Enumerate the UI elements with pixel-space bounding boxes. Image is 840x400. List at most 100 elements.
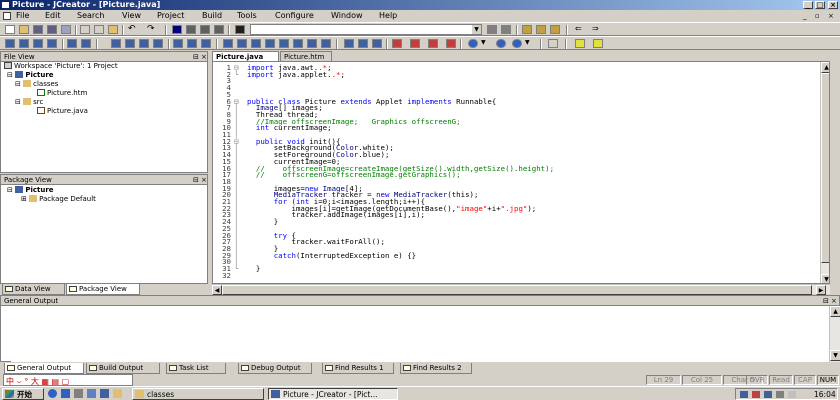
api-help-icon[interactable] [372, 39, 382, 48]
tray-icon[interactable] [788, 391, 796, 398]
find-icon[interactable] [172, 25, 182, 34]
tab-task-list[interactable]: Task List [166, 363, 226, 374]
taskbar-button-jcreator[interactable]: Picture - JCreator - [Pict... [268, 388, 398, 400]
mdi-close-button[interactable]: × [828, 10, 834, 22]
quick-launch-icon[interactable] [87, 389, 96, 398]
jcreator-app-icon[interactable] [1, 1, 10, 9]
jdk-help-icon[interactable] [344, 39, 354, 48]
outdent-icon[interactable] [125, 39, 135, 48]
chevron-down-icon[interactable]: ▼ [481, 39, 491, 48]
pin-icon[interactable]: ⊟ [823, 296, 829, 306]
paste-icon[interactable] [108, 25, 118, 34]
scroll-right-arrow[interactable]: ▶ [816, 285, 826, 295]
menu-search[interactable]: Search [77, 10, 104, 22]
scroll-up-arrow[interactable]: ▲ [830, 306, 840, 317]
help-index-icon[interactable] [575, 39, 585, 48]
new-class-icon[interactable] [237, 39, 247, 48]
chevron-down-icon[interactable]: ▼ [472, 25, 481, 34]
tab-package-view[interactable]: Package View [66, 284, 140, 295]
back-arrow-icon[interactable]: ⇐ [575, 25, 585, 34]
scroll-down-arrow[interactable]: ▼ [821, 274, 829, 283]
step-icon[interactable] [446, 39, 456, 48]
clock[interactable]: 16:04 [814, 390, 836, 399]
new-file-icon[interactable] [5, 25, 15, 34]
collapse-icon[interactable]: ⊟ [15, 98, 21, 106]
class-view-icon[interactable] [321, 39, 331, 48]
tree-item-package-default[interactable]: ⊞ Package Default [21, 195, 96, 203]
tray-icon[interactable] [752, 391, 760, 398]
document-icon[interactable] [3, 12, 11, 20]
tree-item-project[interactable]: ⊟ Picture [7, 71, 54, 79]
pin-icon[interactable]: ⊟ [193, 175, 199, 185]
comment-icon[interactable] [139, 39, 149, 48]
globe-icon[interactable] [496, 39, 506, 48]
save-all-icon[interactable] [47, 25, 57, 34]
output-window-icon[interactable] [19, 39, 29, 48]
menu-project[interactable]: Project [157, 10, 184, 22]
scroll-thumb[interactable] [821, 73, 829, 263]
open-folder-icon[interactable] [19, 25, 29, 34]
pin-icon[interactable]: ⊟ [193, 52, 199, 62]
tab-debug-output[interactable]: Debug Output [238, 363, 312, 374]
menu-edit[interactable]: Edit [45, 10, 61, 22]
debug-icon[interactable] [428, 39, 438, 48]
browser-icon[interactable] [48, 389, 57, 398]
quick-launch-icon[interactable] [100, 389, 109, 398]
javadoc-icon[interactable] [358, 39, 368, 48]
menu-help[interactable]: Help [379, 10, 397, 22]
menu-tools[interactable]: Tools [237, 10, 257, 22]
collapse-icon[interactable]: ⊟ [15, 80, 21, 88]
scroll-left-arrow[interactable]: ◀ [212, 285, 222, 295]
implement-icon[interactable] [293, 39, 303, 48]
tree-item-src[interactable]: ⊟ src [15, 98, 43, 106]
stop-icon[interactable] [410, 39, 420, 48]
close-button[interactable]: × [828, 1, 838, 9]
mdi-restore-button[interactable]: ▫ [815, 10, 820, 22]
window-tile-icon[interactable] [187, 39, 197, 48]
forward-arrow-icon[interactable]: ⇒ [592, 25, 602, 34]
cut-icon[interactable] [80, 25, 90, 34]
collapse-icon[interactable]: ⊟ [7, 71, 13, 79]
save-icon[interactable] [33, 25, 43, 34]
globe-icon[interactable] [468, 39, 478, 48]
help-icon[interactable] [593, 39, 603, 48]
window-list-icon[interactable] [201, 39, 211, 48]
uncomment-icon[interactable] [153, 39, 163, 48]
menu-build[interactable]: Build [202, 10, 222, 22]
toggle-view-icon[interactable] [47, 39, 57, 48]
window-cascade-icon[interactable] [173, 39, 183, 48]
tray-icon[interactable] [740, 391, 748, 398]
replace-icon[interactable] [214, 25, 224, 34]
close-icon[interactable]: × [831, 296, 837, 306]
scroll-up-arrow[interactable]: ▲ [821, 62, 829, 73]
tree-item-picture-htm[interactable]: Picture.htm [37, 89, 87, 97]
menu-configure[interactable]: Configure [275, 10, 314, 22]
indent-icon[interactable] [111, 39, 121, 48]
find-in-files-icon[interactable] [235, 25, 245, 34]
override-icon[interactable] [307, 39, 317, 48]
new-field-icon[interactable] [265, 39, 275, 48]
copy-icon[interactable] [94, 25, 104, 34]
horizontal-scroll-thumb[interactable] [222, 285, 812, 295]
maximize-button[interactable]: □ [815, 1, 825, 9]
tree-item-workspace[interactable]: Workspace 'Picture': 1 Project [4, 62, 118, 70]
taskbar-button-classes[interactable]: classes [132, 388, 264, 400]
code-editor[interactable]: 1 ⊟ import java.awt..*; 2 └ import java.apple… [212, 61, 830, 284]
full-screen-icon[interactable] [33, 39, 43, 48]
workspace-icon[interactable] [5, 39, 15, 48]
print-icon[interactable] [61, 25, 71, 34]
bookmark-next-icon[interactable] [536, 25, 546, 34]
search-down-icon[interactable] [501, 25, 511, 34]
bookmark-icon[interactable] [522, 25, 532, 34]
undo-icon[interactable]: ↶ [128, 25, 138, 34]
tree-item-package-project[interactable]: ⊟ Picture [7, 186, 54, 194]
expand-icon[interactable]: ⊞ [21, 195, 27, 203]
compile-icon[interactable] [67, 39, 77, 48]
quick-launch-icon[interactable] [113, 389, 122, 398]
find-prev-icon[interactable] [200, 25, 210, 34]
outlook-icon[interactable] [61, 389, 70, 398]
tree-item-classes[interactable]: ⊟ classes [15, 80, 58, 88]
tab-find-results-1[interactable]: Find Results 1 [322, 363, 394, 374]
tab-data-view[interactable]: Data View [2, 284, 65, 295]
input-method-bar[interactable]: 中 ⌣ ° 大 ▦ ▤ ▢ [3, 374, 133, 386]
